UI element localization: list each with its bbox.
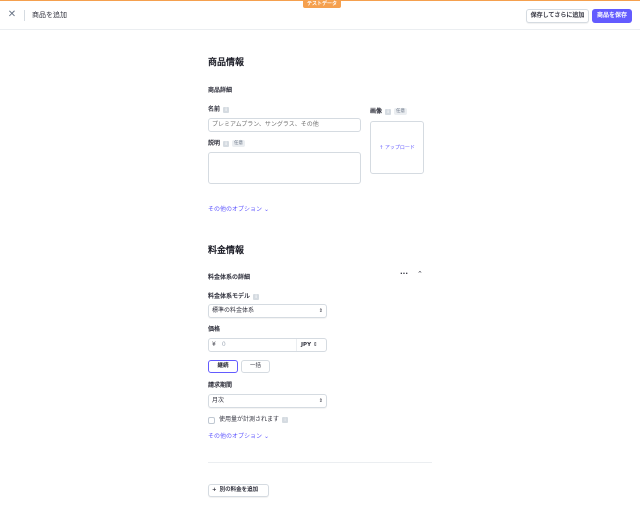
product-section-title: 商品情報 — [208, 58, 245, 68]
save-and-add-button[interactable]: 保存してさらに追加 — [526, 9, 589, 23]
currency-value: JPY — [301, 342, 312, 348]
one-time-option[interactable]: 一括 — [241, 360, 270, 373]
pricing-model-select[interactable]: 標準の料金体系 ⇕ — [208, 304, 327, 318]
pricing-model-value: 標準の料金体系 — [212, 307, 255, 314]
image-upload-area[interactable]: ↑ アップロード — [370, 121, 424, 174]
product-details-title: 商品詳細 — [208, 87, 233, 94]
header-divider — [24, 10, 25, 21]
select-arrows-icon: ⇕ — [312, 342, 318, 348]
optional-badge: 任意 — [394, 108, 408, 115]
top-bar: ✕ 商品を追加 保存してさらに追加 商品を保存 — [0, 1, 640, 30]
section-divider — [208, 462, 432, 463]
add-another-price-button[interactable]: + 別の料金を追加 — [208, 484, 269, 497]
more-actions-icon[interactable]: ··· — [400, 270, 408, 278]
name-label: 名前 i — [208, 106, 230, 114]
more-options-text: その他のオプション — [208, 206, 263, 213]
chevron-down-icon: ⌄ — [263, 206, 269, 213]
description-label: 説明 i 任意 — [208, 140, 246, 148]
more-options-text: その他のオプション — [208, 433, 263, 440]
close-icon[interactable]: ✕ — [6, 9, 18, 21]
add-price-text: 別の料金を追加 — [219, 487, 259, 493]
product-name-input[interactable] — [208, 118, 361, 132]
select-arrows-icon: ⇕ — [318, 398, 323, 404]
upload-label-text: アップロード — [384, 145, 415, 151]
billing-period-select[interactable]: 月次 ⇕ — [208, 394, 327, 408]
pricing-more-options-link[interactable]: その他のオプション ⌄ — [208, 433, 269, 441]
metered-usage-text: 使用量が計測されます — [219, 416, 280, 423]
product-description-input[interactable] — [208, 152, 361, 184]
currency-symbol: ¥ — [212, 341, 216, 348]
metered-usage-checkbox[interactable] — [208, 417, 215, 424]
billing-period-label: 請求期間 — [208, 382, 233, 389]
plus-icon: + — [212, 487, 217, 493]
price-label: 価格 — [208, 326, 221, 333]
pricing-model-label-text: 料金体系モデル — [208, 293, 251, 300]
page-title: 商品を追加 — [32, 11, 67, 19]
optional-badge: 任意 — [232, 140, 246, 147]
save-product-button[interactable]: 商品を保存 — [592, 9, 632, 23]
description-label-text: 説明 — [208, 140, 221, 147]
upload-arrow-icon: ↑ — [379, 145, 384, 151]
image-label-text: 画像 — [370, 108, 383, 115]
info-icon[interactable]: i — [253, 293, 260, 300]
currency-select[interactable]: JPY ⇕ — [296, 339, 326, 351]
pricing-details-title: 料金体系の詳細 — [208, 274, 251, 281]
price-placeholder: 0 — [221, 341, 226, 348]
pricing-model-label: 料金体系モデル i — [208, 293, 260, 301]
billing-period-value: 月次 — [212, 397, 225, 404]
metered-usage-label: 使用量が計測されます i — [219, 416, 289, 424]
product-more-options-link[interactable]: その他のオプション ⌄ — [208, 206, 269, 214]
info-icon[interactable]: i — [223, 140, 230, 147]
info-icon[interactable]: i — [282, 416, 289, 423]
select-arrows-icon: ⇕ — [318, 308, 323, 314]
recurring-option[interactable]: 継続 — [208, 360, 238, 373]
info-icon[interactable]: i — [385, 108, 392, 115]
name-label-text: 名前 — [208, 106, 221, 113]
info-icon[interactable]: i — [223, 106, 230, 113]
image-label: 画像 i 任意 — [370, 108, 408, 116]
chevron-up-icon[interactable]: ⌃ — [417, 270, 423, 278]
pricing-section-title: 料金情報 — [208, 246, 245, 256]
upload-button[interactable]: ↑ アップロード — [371, 144, 423, 151]
chevron-down-icon: ⌄ — [263, 433, 269, 440]
